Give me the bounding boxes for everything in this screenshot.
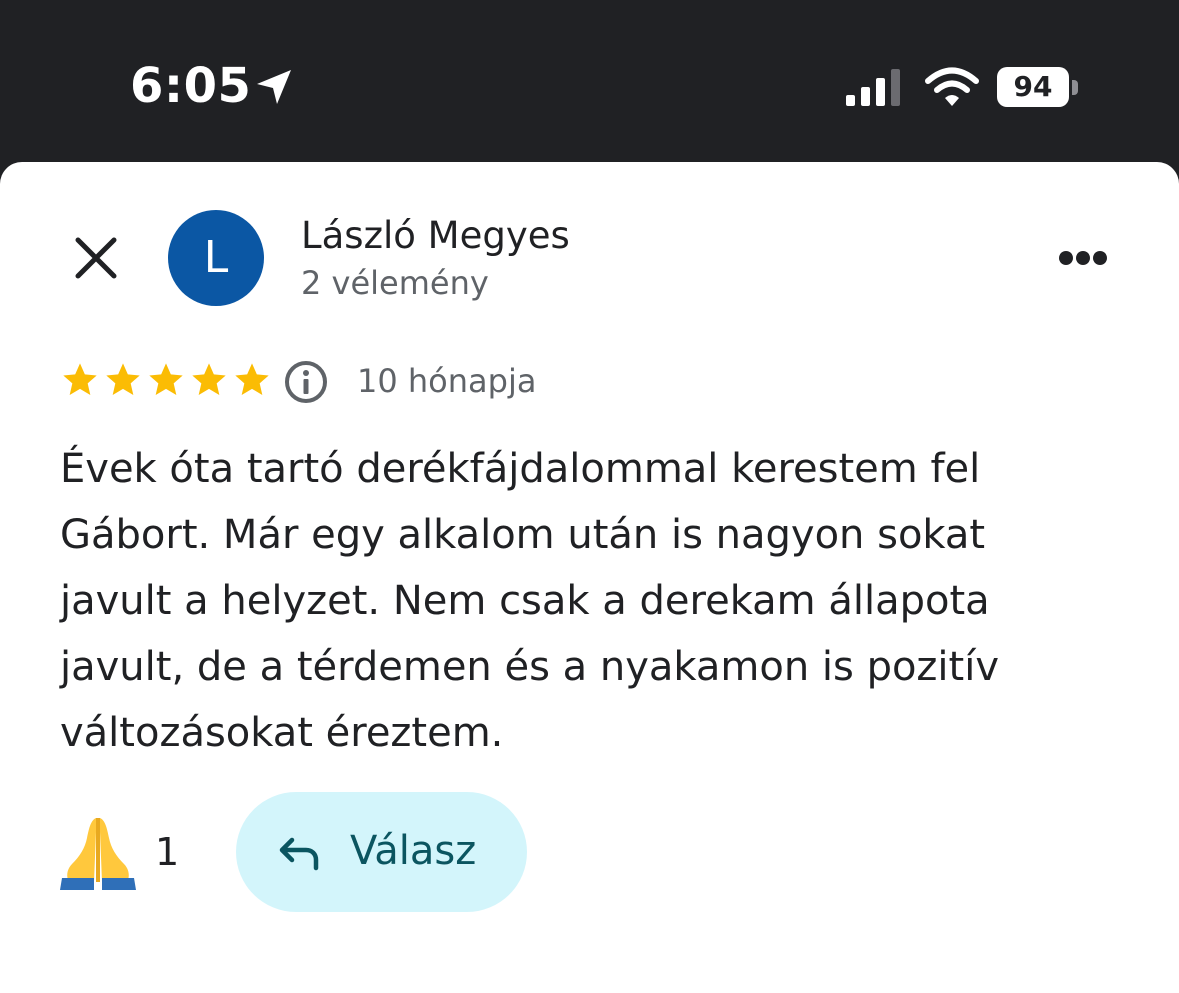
star-icon xyxy=(235,363,269,395)
location-arrow-icon xyxy=(257,70,291,104)
status-time: 6:05 xyxy=(130,58,252,114)
review-sheet: L László Megyes 2 vélemény 10 hónapja Év… xyxy=(0,162,1179,993)
battery-icon: 94 xyxy=(997,67,1078,109)
review-text-line: javult, de a térdemen és a nyakamon is p… xyxy=(60,644,1000,690)
rating-row: 10 hónapja xyxy=(60,352,760,412)
review-text-line: Évek óta tartó derékfájdalommal kerestem… xyxy=(60,446,981,492)
reviewer-name[interactable]: László Megyes xyxy=(301,214,570,257)
review-date: 10 hónapja xyxy=(357,362,537,400)
star-icon xyxy=(149,363,183,395)
star-rating xyxy=(60,360,272,404)
reply-button[interactable]: Válasz xyxy=(236,792,527,912)
reply-arrow-icon xyxy=(279,837,319,871)
reviewer-review-count: 2 vélemény xyxy=(301,264,489,302)
avatar[interactable]: L xyxy=(168,210,264,306)
review-text: Évek óta tartó derékfájdalommal kerestem… xyxy=(60,436,1120,766)
battery-level: 94 xyxy=(1013,70,1053,103)
close-icon[interactable] xyxy=(66,228,126,288)
star-icon xyxy=(63,363,97,395)
star-icon xyxy=(192,363,226,395)
star-icon xyxy=(106,363,140,395)
info-icon[interactable] xyxy=(283,359,329,405)
wifi-icon xyxy=(925,67,979,106)
status-bar: 6:05 94 xyxy=(0,0,1179,162)
review-text-line: javult a helyzet. Nem csak a derekam áll… xyxy=(60,578,990,624)
cellular-signal-icon xyxy=(846,69,900,106)
battery-tip xyxy=(1072,80,1078,95)
praying-hands-icon[interactable] xyxy=(58,812,138,892)
more-options-icon[interactable] xyxy=(1050,240,1114,276)
reply-button-label: Válasz xyxy=(350,828,477,874)
review-text-line: változásokat éreztem. xyxy=(60,710,504,756)
reaction-count: 1 xyxy=(155,830,180,874)
review-text-line: Gábort. Már egy alkalom után is nagyon s… xyxy=(60,512,986,558)
